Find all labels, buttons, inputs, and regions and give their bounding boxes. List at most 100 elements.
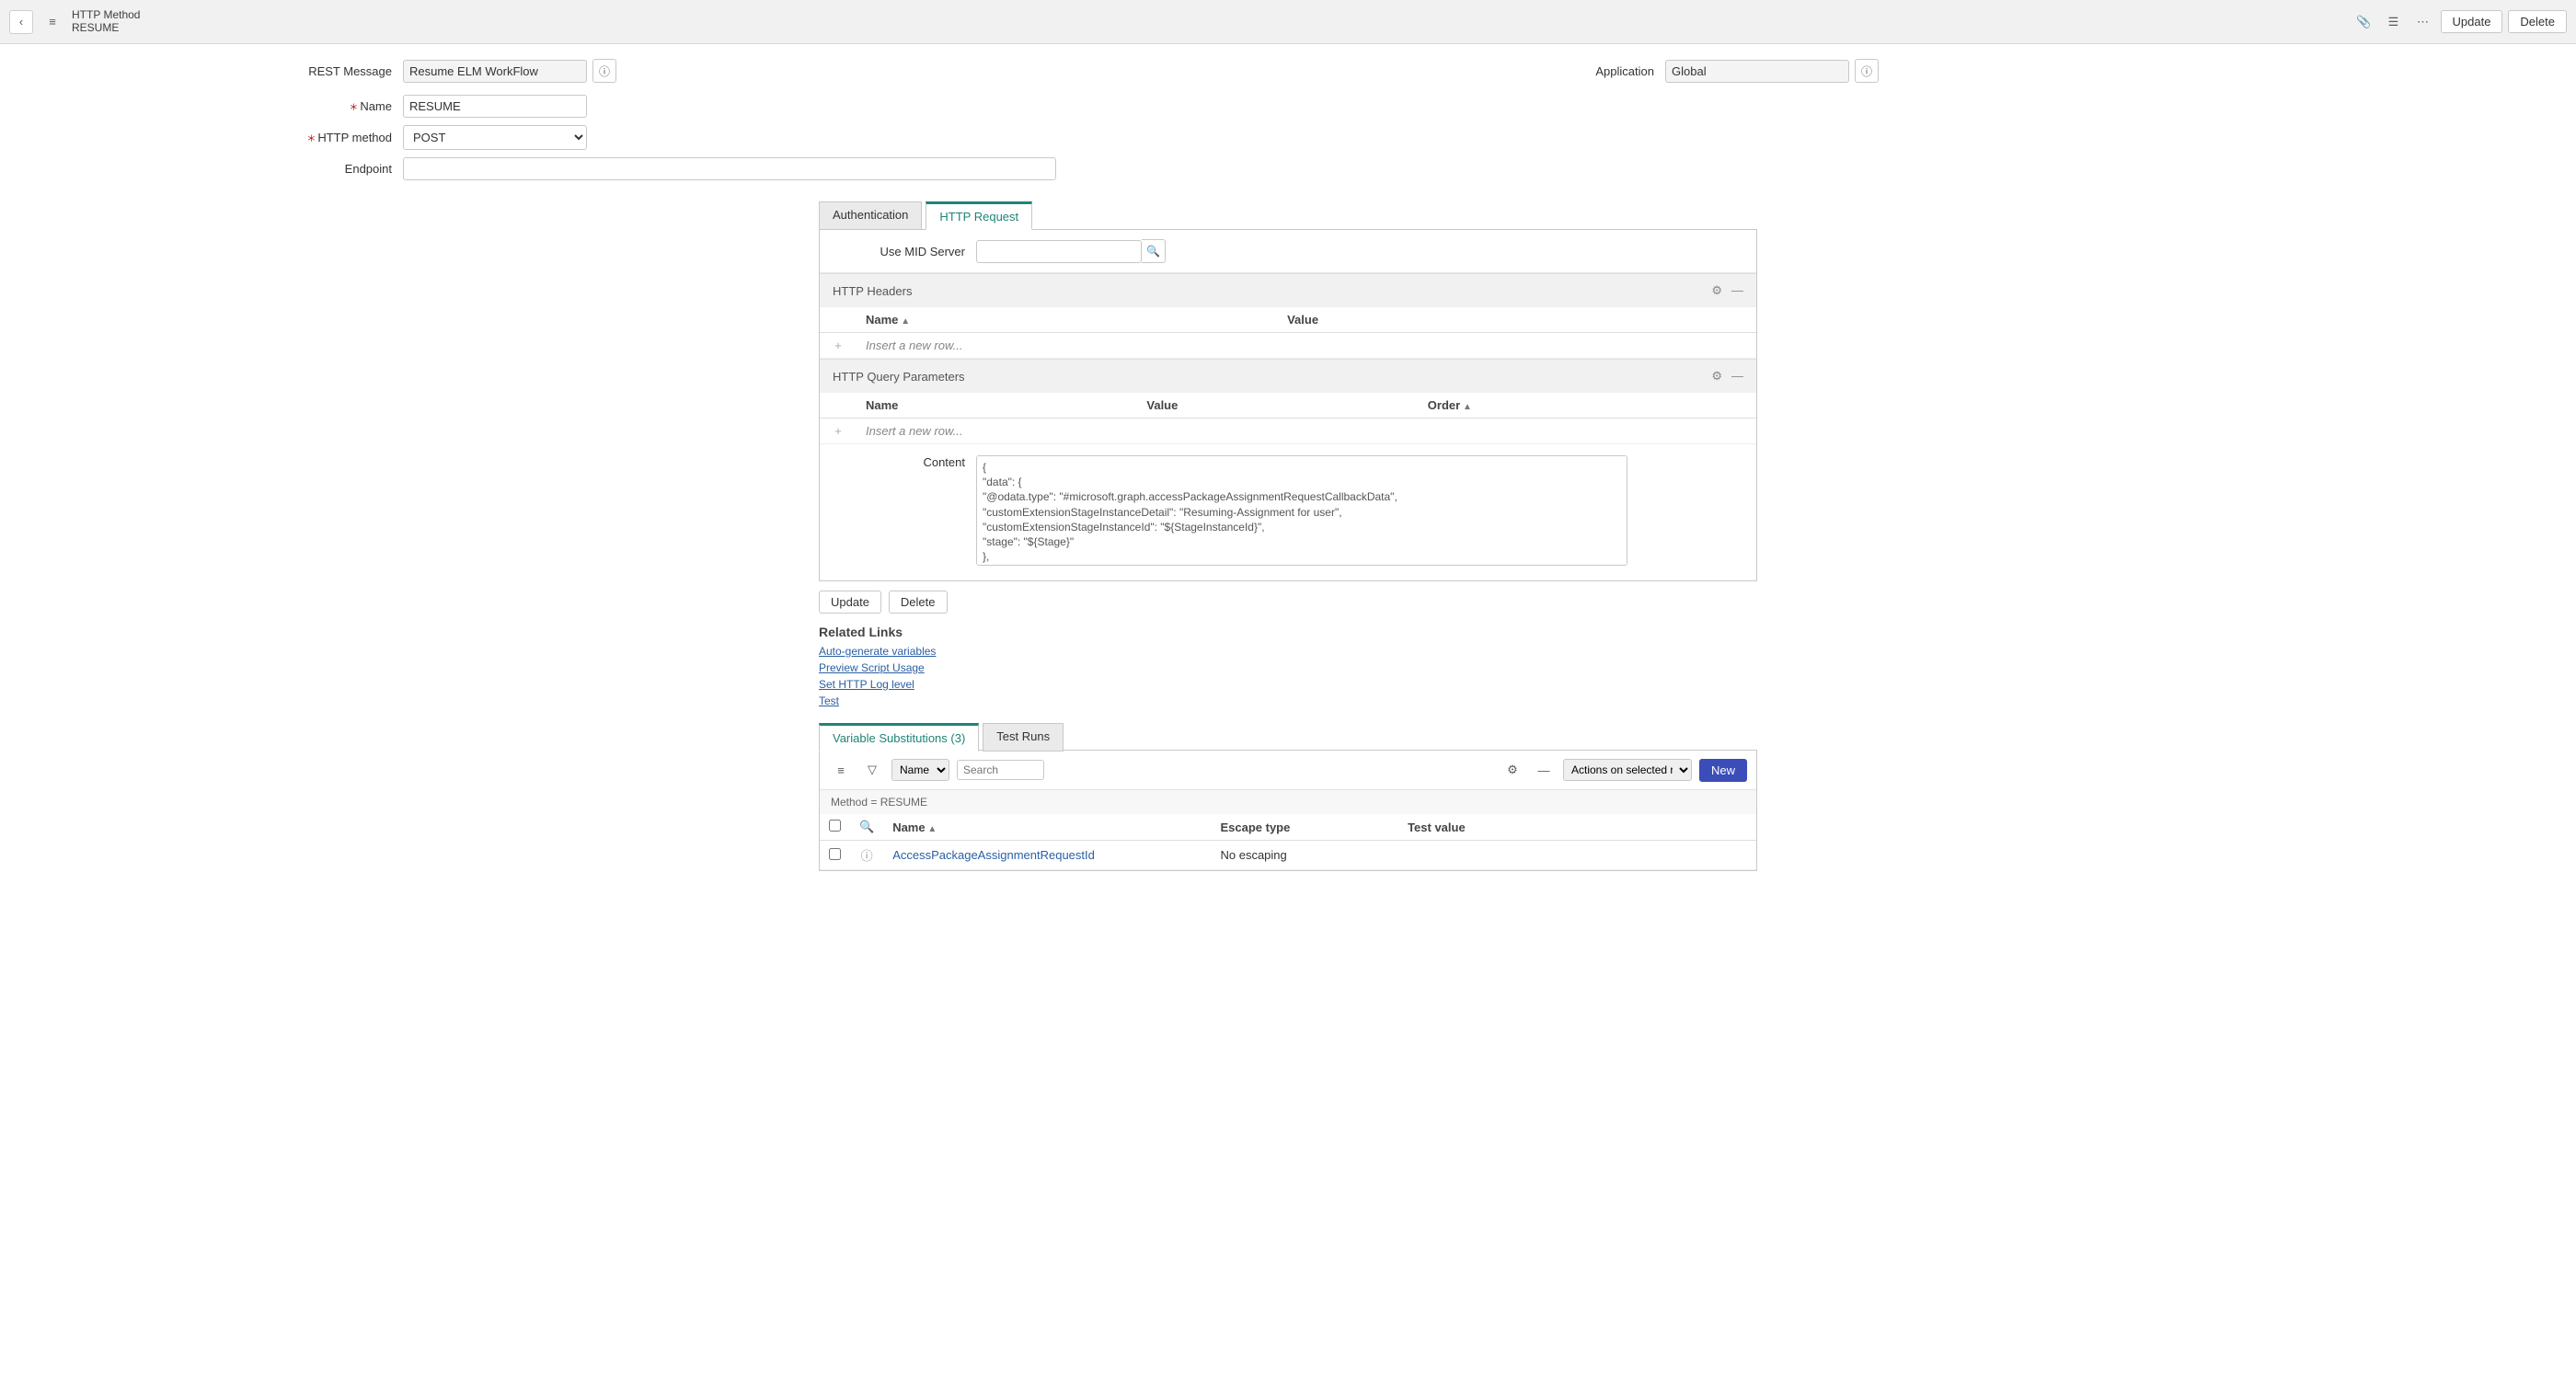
query-col-order[interactable]: Order bbox=[1419, 393, 1756, 419]
tab-test-runs[interactable]: Test Runs bbox=[983, 723, 1064, 752]
search-icon[interactable]: 🔍 bbox=[859, 820, 874, 833]
list-icon: ☰ bbox=[2388, 15, 2399, 29]
headers-col-value[interactable]: Value bbox=[1278, 307, 1756, 333]
form-region: REST Message ⓘ Application ⓘ bbox=[0, 44, 2576, 182]
minus-icon: — bbox=[1537, 763, 1549, 777]
list-collapse-button[interactable]: — bbox=[1532, 758, 1556, 782]
endpoint-field[interactable] bbox=[403, 157, 1056, 180]
related-list-tabs: Variable Substitutions (3) Test Runs bbox=[819, 723, 1757, 752]
hamburger-icon: ≡ bbox=[49, 15, 56, 29]
activity-stream-button[interactable]: ☰ bbox=[2382, 10, 2406, 34]
variable-substitutions-panel: ≡ ▽ Name ⚙ — Actions on selected rows...… bbox=[819, 750, 1757, 871]
content-label: Content bbox=[820, 455, 976, 566]
tab-http-request[interactable]: HTTP Request bbox=[926, 201, 1032, 230]
update-button-bottom[interactable]: Update bbox=[819, 591, 881, 614]
collapse-icon[interactable]: — bbox=[1731, 369, 1743, 384]
http-headers-grid: Name Value + Insert a new row... bbox=[820, 307, 1756, 359]
related-links-title: Related Links bbox=[819, 625, 1757, 639]
info-icon[interactable]: ⓘ bbox=[861, 849, 873, 863]
link-set-http-log-level[interactable]: Set HTTP Log level bbox=[819, 676, 1757, 693]
request-tabs: Authentication HTTP Request bbox=[819, 201, 1757, 230]
http-headers-title: HTTP Headers bbox=[833, 284, 912, 298]
more-icon: ⋯ bbox=[2417, 15, 2429, 29]
http-method-select[interactable]: POST bbox=[403, 125, 587, 150]
attachments-button[interactable]: 📎 bbox=[2352, 10, 2376, 34]
list-breadcrumb[interactable]: Method = RESUME bbox=[820, 790, 1756, 814]
required-mark: ＊ bbox=[349, 103, 360, 113]
list-new-button[interactable]: New bbox=[1699, 759, 1747, 782]
hamburger-icon: ≡ bbox=[837, 763, 845, 777]
rest-message-field[interactable] bbox=[403, 60, 587, 83]
query-add-row[interactable]: + Insert a new row... bbox=[820, 419, 1756, 444]
select-all-checkbox[interactable] bbox=[829, 820, 841, 832]
list-row[interactable]: ⓘ AccessPackageAssignmentRequestId No esca… bbox=[820, 841, 1756, 870]
headers-col-name[interactable]: Name bbox=[857, 307, 1278, 333]
tab-variable-substitutions[interactable]: Variable Substitutions (3) bbox=[819, 723, 979, 752]
application-label: Application bbox=[1288, 64, 1665, 78]
http-query-title: HTTP Query Parameters bbox=[833, 370, 965, 384]
list-col-test[interactable]: Test value bbox=[1398, 814, 1756, 841]
search-field-select[interactable]: Name bbox=[891, 759, 949, 781]
row-escape: No escaping bbox=[1211, 841, 1398, 870]
query-col-name[interactable]: Name bbox=[857, 393, 1137, 419]
rest-message-label: REST Message bbox=[0, 64, 403, 78]
form-menu-button[interactable]: ≡ bbox=[40, 10, 64, 34]
list-search-input[interactable] bbox=[957, 760, 1044, 780]
application-info-button[interactable]: ⓘ bbox=[1855, 59, 1879, 83]
link-preview-script-usage[interactable]: Preview Script Usage bbox=[819, 660, 1757, 676]
http-query-header: HTTP Query Parameters ⚙ — bbox=[820, 359, 1756, 393]
more-options-button[interactable]: ⋯ bbox=[2411, 10, 2435, 34]
gear-icon[interactable]: ⚙ bbox=[1711, 369, 1722, 384]
mid-server-lookup-button[interactable]: 🔍 bbox=[1142, 239, 1166, 263]
collapse-icon[interactable]: — bbox=[1731, 283, 1743, 298]
back-button[interactable]: ‹ bbox=[9, 10, 33, 34]
http-method-label: ＊HTTP method bbox=[0, 131, 403, 144]
topbar: ‹ ≡ HTTP Method RESUME 📎 ☰ ⋯ Update Dele… bbox=[0, 0, 2576, 44]
list-filter-button[interactable]: ▽ bbox=[860, 758, 884, 782]
delete-button-bottom[interactable]: Delete bbox=[889, 591, 948, 614]
rest-message-info-button[interactable]: ⓘ bbox=[592, 59, 616, 83]
http-request-panel: Use MID Server 🔍 HTTP Headers ⚙ — Name bbox=[819, 229, 1757, 581]
list-actions-select[interactable]: Actions on selected rows... bbox=[1563, 759, 1692, 781]
row-checkbox[interactable] bbox=[829, 848, 841, 860]
endpoint-label: Endpoint bbox=[0, 162, 403, 176]
row-test bbox=[1398, 841, 1756, 870]
row-name-link[interactable]: AccessPackageAssignmentRequestId bbox=[892, 848, 1095, 862]
link-test[interactable]: Test bbox=[819, 693, 1757, 709]
info-icon: ⓘ bbox=[1861, 63, 1872, 79]
gear-icon[interactable]: ⚙ bbox=[1711, 283, 1722, 298]
plus-icon: + bbox=[834, 424, 842, 438]
paperclip-icon: 📎 bbox=[2356, 15, 2371, 29]
name-label: ＊Name bbox=[0, 99, 403, 113]
plus-icon: + bbox=[834, 339, 842, 352]
related-links: Related Links Auto-generate variables Pr… bbox=[819, 625, 1757, 709]
mid-server-field[interactable] bbox=[976, 240, 1142, 263]
mid-server-label: Use MID Server bbox=[820, 245, 976, 258]
list-personalize-button[interactable]: ⚙ bbox=[1501, 758, 1524, 782]
update-button-top[interactable]: Update bbox=[2441, 10, 2503, 33]
headers-placeholder: Insert a new row... bbox=[866, 339, 963, 352]
http-headers-header: HTTP Headers ⚙ — bbox=[820, 273, 1756, 307]
name-field[interactable] bbox=[403, 95, 587, 118]
info-icon: ⓘ bbox=[599, 63, 610, 79]
title-secondary: RESUME bbox=[72, 22, 140, 35]
http-query-grid: Name Value Order + Insert a new row... bbox=[820, 393, 1756, 444]
list-menu-button[interactable]: ≡ bbox=[829, 758, 853, 782]
funnel-icon: ▽ bbox=[868, 763, 877, 777]
title-primary: HTTP Method bbox=[72, 9, 140, 22]
search-icon: 🔍 bbox=[1146, 245, 1160, 258]
application-field[interactable] bbox=[1665, 60, 1849, 83]
page-title: HTTP Method RESUME bbox=[72, 9, 140, 35]
chevron-left-icon: ‹ bbox=[19, 15, 23, 29]
list-col-name[interactable]: Name bbox=[883, 814, 1211, 841]
headers-add-row[interactable]: + Insert a new row... bbox=[820, 333, 1756, 359]
list-col-escape[interactable]: Escape type bbox=[1211, 814, 1398, 841]
variable-substitutions-list: 🔍 Name Escape type Test value ⓘ AccessPac… bbox=[820, 814, 1756, 870]
gear-icon: ⚙ bbox=[1507, 763, 1518, 777]
content-field[interactable] bbox=[976, 455, 1627, 566]
delete-button-top[interactable]: Delete bbox=[2508, 10, 2567, 33]
query-col-value[interactable]: Value bbox=[1137, 393, 1418, 419]
required-mark: ＊ bbox=[306, 134, 317, 144]
link-auto-generate-variables[interactable]: Auto-generate variables bbox=[819, 643, 1757, 660]
tab-authentication[interactable]: Authentication bbox=[819, 201, 922, 230]
